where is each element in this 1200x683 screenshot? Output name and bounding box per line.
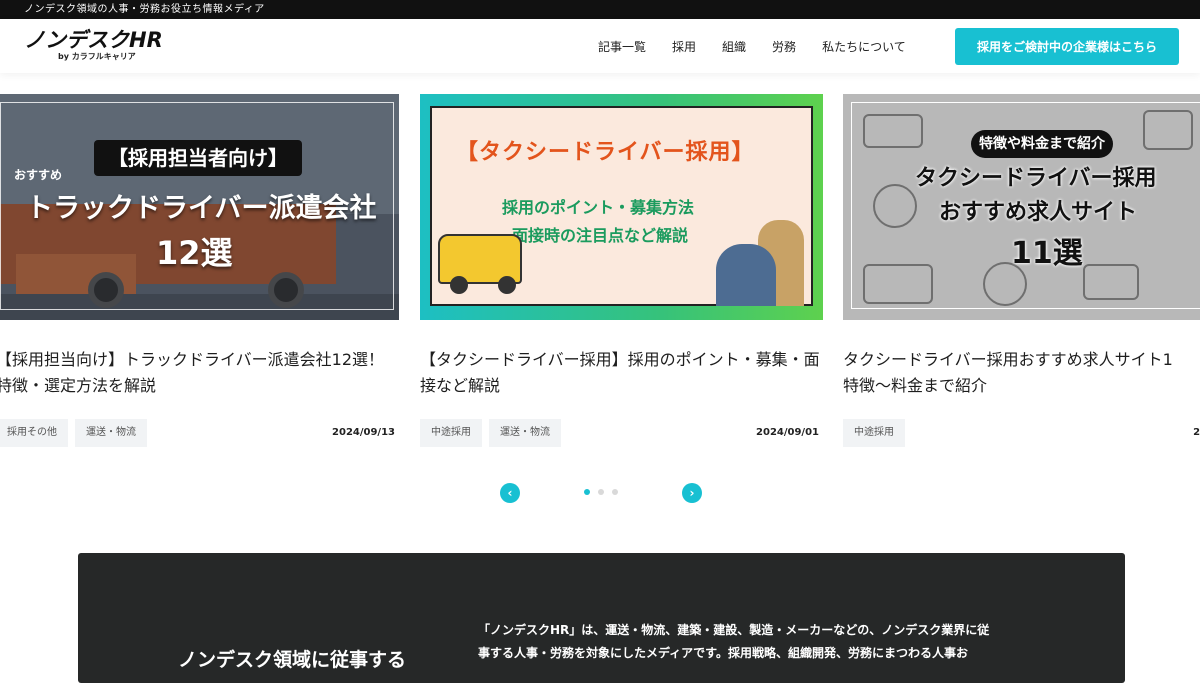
article-title[interactable]: タクシードライバー採用おすすめ求人サイト1 特徴〜料金まで紹介 <box>843 347 1200 399</box>
article-title-line: 接など解説 <box>420 376 501 395</box>
publish-date: 2024/09/01 <box>756 427 819 438</box>
nav-item-organization[interactable]: 組織 <box>722 38 746 55</box>
thumbnail-count: 12選 <box>156 234 233 272</box>
thumbnail-headline: タクシードライバー採用 <box>915 166 1157 191</box>
article-card[interactable]: 【採用担当者向け】 おすすめ トラックドライバー派遣会社 12選 【採用担当向け… <box>0 94 399 449</box>
article-title-line: 【タクシードライバー採用】採用のポイント・募集・面 <box>420 350 820 369</box>
site-logo[interactable]: ノンデスクHR by カラフルキャリア <box>24 28 164 62</box>
article-carousel: 【採用担当者向け】 おすすめ トラックドライバー派遣会社 12選 【採用担当向け… <box>0 94 1200 454</box>
thumbnail-subline: 採用のポイント・募集方法 <box>502 198 695 217</box>
pagination-dot[interactable] <box>584 489 590 495</box>
main-nav: 記事一覧 採用 組織 労務 私たちについて <box>598 19 932 73</box>
article-title-line: 【採用担当向け】トラックドライバー派遣会社12選！ <box>0 350 385 369</box>
category-tag[interactable]: 中途採用 <box>843 419 905 447</box>
about-description: 「ノンデスクHR」は、運送・物流、建築・建設、製造・メーカーなどの、ノンデスク業… <box>478 619 1038 665</box>
thumbnail-headline: 【タクシードライバー採用】 <box>456 140 755 165</box>
logo-wordmark: ノンデスクHR <box>24 28 163 52</box>
publish-date: 2024/09/13 <box>332 427 395 438</box>
chevron-right-icon[interactable]: › <box>682 483 702 503</box>
category-tag[interactable]: 運送・物流 <box>75 419 147 447</box>
article-meta: 採用その他 運送・物流 2024/09/13 <box>0 419 399 449</box>
article-thumbnail[interactable]: 【採用担当者向け】 おすすめ トラックドライバー派遣会社 12選 <box>0 94 399 320</box>
wheel-illustration <box>498 276 516 294</box>
article-card[interactable]: 特徴や料金まで紹介 タクシードライバー採用 おすすめ求人サイト 11選 タクシー… <box>843 94 1200 449</box>
about-text-line: 事する人事・労務を対象にしたメディアです。採用戦略、組織開発、労務にまつわる人事… <box>478 646 968 660</box>
thumbnail-pill-label: 【採用担当者向け】 <box>94 140 302 176</box>
about-section: ノンデスク領域に従事する 「ノンデスクHR」は、運送・物流、建築・建設、製造・メ… <box>78 553 1125 683</box>
publish-date: 202 <box>1193 427 1200 438</box>
article-meta: 中途採用 運送・物流 2024/09/01 <box>420 419 823 449</box>
article-title-line: 特徴〜料金まで紹介 <box>843 376 988 395</box>
thumbnail-count: 11選 <box>1011 236 1083 271</box>
category-tag[interactable]: 運送・物流 <box>489 419 561 447</box>
thumbnail-pill-label: 特徴や料金まで紹介 <box>971 130 1113 158</box>
category-tag[interactable]: 採用その他 <box>0 419 68 447</box>
carousel-pagination <box>584 489 626 495</box>
thumbnail-headline: トラックドライバー派遣会社 <box>26 193 377 224</box>
nav-item-about-us[interactable]: 私たちについて <box>822 38 906 55</box>
category-tag[interactable]: 中途採用 <box>420 419 482 447</box>
person-illustration <box>716 244 776 306</box>
article-title-line: 特徴・選定方法を解説 <box>0 376 157 395</box>
article-title[interactable]: 【採用担当向け】トラックドライバー派遣会社12選！ 特徴・選定方法を解説 <box>0 347 399 399</box>
article-thumbnail[interactable]: 特徴や料金まで紹介 タクシードライバー採用 おすすめ求人サイト 11選 <box>843 94 1200 320</box>
thumbnail-subline: 面接時の注目点など解説 <box>512 226 689 245</box>
nav-item-articles[interactable]: 記事一覧 <box>598 38 646 55</box>
article-thumbnail[interactable]: 【タクシードライバー採用】 採用のポイント・募集方法 面接時の注目点など解説 <box>420 94 823 320</box>
about-text-line: 「ノンデスクHR」は、運送・物流、建築・建設、製造・メーカーなどの、ノンデスク業… <box>478 623 990 637</box>
top-announcement-bar: ノンデスク領域の人事・労務お役立ち情報メディア <box>0 0 1200 19</box>
about-heading: ノンデスク領域に従事する <box>178 649 407 671</box>
corporate-cta-button[interactable]: 採用をご検討中の企業様はこちら <box>955 28 1179 65</box>
logo-subtitle: by カラフルキャリア <box>58 52 136 61</box>
tagline-text: ノンデスク領域の人事・労務お役立ち情報メディア <box>24 4 265 15</box>
nav-item-labor[interactable]: 労務 <box>772 38 796 55</box>
chevron-left-icon[interactable]: ‹ <box>500 483 520 503</box>
article-title[interactable]: 【タクシードライバー採用】採用のポイント・募集・面 接など解説 <box>420 347 823 399</box>
thumbnail-headline: おすすめ求人サイト <box>939 200 1138 225</box>
pagination-dot[interactable] <box>598 489 604 495</box>
article-card[interactable]: 【タクシードライバー採用】 採用のポイント・募集方法 面接時の注目点など解説 【… <box>420 94 823 449</box>
nav-item-recruitment[interactable]: 採用 <box>672 38 696 55</box>
pagination-dot[interactable] <box>612 489 618 495</box>
thumbnail-small-label: おすすめ <box>14 168 63 182</box>
wheel-illustration <box>450 276 468 294</box>
site-header: ノンデスクHR by カラフルキャリア 記事一覧 採用 組織 労務 私たちについ… <box>0 19 1200 73</box>
article-meta: 中途採用 202 <box>843 419 1200 449</box>
article-title-line: タクシードライバー採用おすすめ求人サイト1 <box>843 350 1173 369</box>
